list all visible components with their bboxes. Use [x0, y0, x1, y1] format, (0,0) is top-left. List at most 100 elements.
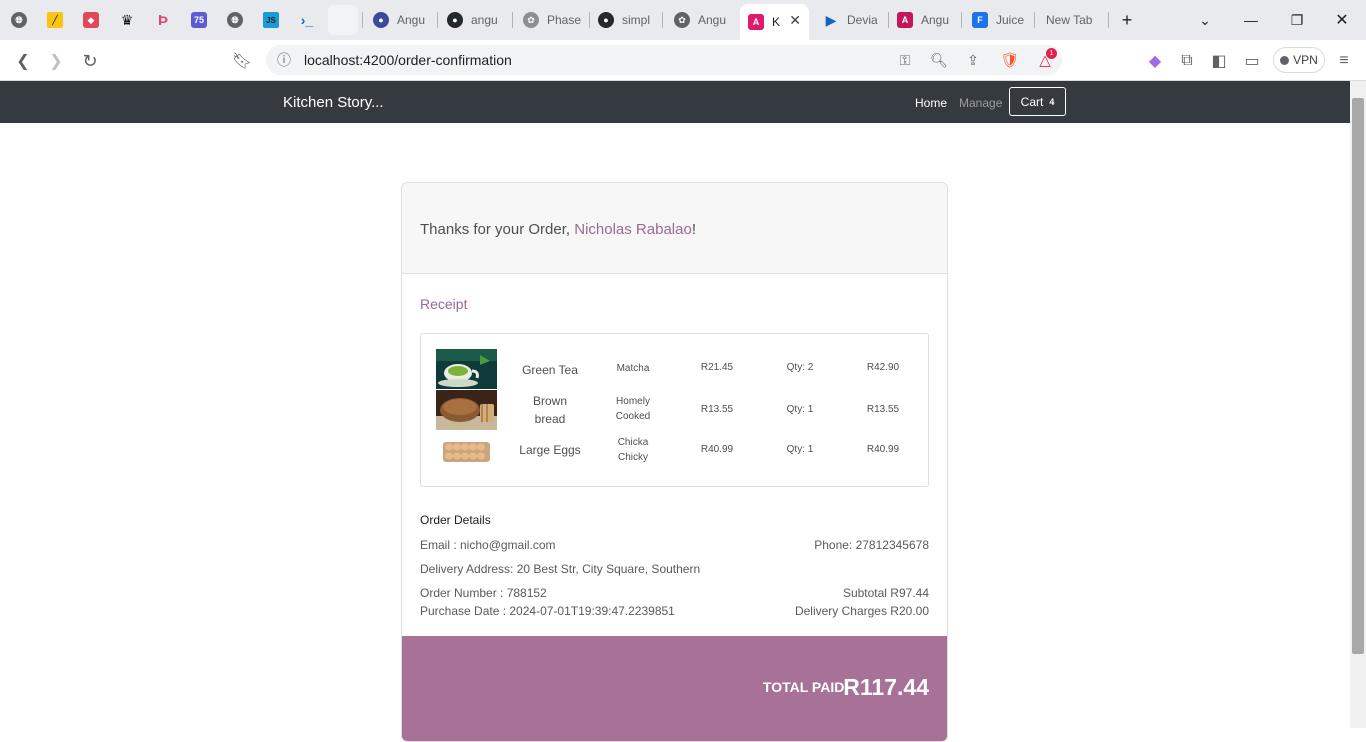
cart-button[interactable]: Cart 4	[1009, 87, 1066, 116]
scrollbar-thumb[interactable]	[1352, 98, 1364, 654]
tab-github-angu[interactable]: ● angu	[439, 4, 509, 36]
tab-angular-2[interactable]: ✿ Angu	[666, 4, 736, 36]
item-total: R42.90	[866, 362, 900, 373]
pinned-tab-js[interactable]: JS	[256, 4, 286, 36]
notification-badge: 1	[1046, 48, 1057, 59]
leo-ai-icon[interactable]: ◆	[1143, 49, 1167, 73]
key-icon[interactable]: ⚿	[893, 48, 917, 72]
menu-icon[interactable]: ≡	[1332, 49, 1356, 73]
restore-button[interactable]: ❐	[1277, 8, 1317, 32]
item-category: Chicka Chicky	[617, 437, 649, 463]
site-info-icon[interactable]: ⓘ	[272, 48, 296, 72]
tab-devia[interactable]: ▶ Devia	[815, 4, 890, 36]
zoom-icon[interactable]: 🔍︎	[927, 48, 951, 72]
globe-icon: 🌐︎	[11, 12, 27, 28]
tab-juice[interactable]: F Juice	[964, 4, 1034, 36]
pinned-tab-globe[interactable]: 🌐︎	[4, 4, 34, 36]
receipt-item-row: Large Eggs Chicka Chicky R40.99 Qty: 1 R…	[421, 431, 930, 471]
vpn-status-icon	[1280, 55, 1290, 65]
close-window-button[interactable]: ✕	[1322, 8, 1362, 32]
tab-phase[interactable]: ✿ Phase	[515, 4, 590, 36]
tab-search-chevron-icon[interactable]: ⌄	[1185, 8, 1225, 32]
github-icon: ●	[598, 12, 614, 28]
back-icon[interactable]: ❮	[11, 49, 35, 73]
tab-angular-1[interactable]: ● Angu	[365, 4, 435, 36]
item-category: Matcha	[616, 363, 650, 374]
wallet-icon[interactable]: ▭	[1240, 49, 1264, 73]
brave-shield-icon[interactable]: 🛡︎	[998, 48, 1022, 72]
item-name: Large Eggs	[519, 443, 581, 457]
cart-label: Cart	[1020, 94, 1044, 109]
customer-name: Nicholas Rabalao	[574, 221, 692, 238]
order-subtotal: Subtotal R97.44	[842, 586, 929, 600]
item-category: Homely Cooked	[615, 396, 651, 422]
angular-icon: A	[748, 14, 764, 30]
bookmark-icon[interactable]: 🔖︎	[230, 49, 254, 73]
extensions-icon[interactable]: ⧉	[1175, 49, 1199, 73]
brand-link[interactable]: Kitchen Story...	[283, 94, 384, 111]
nav-manage-link[interactable]: Manage	[959, 96, 1002, 110]
terminal-icon: ›_	[300, 12, 314, 28]
item-total: R40.99	[866, 444, 900, 455]
thanks-heading: Thanks for your Order, Nicholas Rabalao!	[420, 221, 696, 238]
receipt-item-row: Green Tea Matcha R21.45 Qty: 2 R42.90	[421, 349, 930, 389]
item-total: R13.55	[866, 404, 900, 415]
cart-count-badge: 4	[1049, 96, 1055, 107]
order-confirmation-card: Thanks for your Order, Nicholas Rabalao!…	[401, 182, 948, 742]
sidebar-icon[interactable]: ◧	[1207, 49, 1231, 73]
item-qty: Qty: 1	[786, 404, 814, 415]
total-paid-value: R117.44	[843, 674, 929, 700]
p-logo-icon: Þ	[157, 11, 168, 29]
pinned-tab-blank[interactable]	[328, 5, 358, 35]
nav-home-link[interactable]: Home	[915, 96, 947, 110]
url-text[interactable]: localhost:4200/order-confirmation	[304, 52, 512, 68]
share-icon[interactable]: ⇪	[961, 48, 985, 72]
reload-icon[interactable]: ↻	[78, 49, 102, 73]
tab-angular-3[interactable]: A Angu	[889, 4, 959, 36]
pinned-tab-pen[interactable]: ╱	[40, 4, 70, 36]
angular-icon: ●	[373, 12, 389, 28]
forward-icon[interactable]: ❯	[44, 49, 68, 73]
github-icon: ●	[447, 12, 463, 28]
brown-bread-image	[436, 390, 497, 430]
close-icon[interactable]: ✕	[789, 12, 801, 29]
tab-github-simpl[interactable]: ● simpl	[590, 4, 660, 36]
pinned-tab-terminal[interactable]: ›_	[292, 4, 322, 36]
pinned-tab-75[interactable]: 75	[184, 4, 214, 36]
order-phone: Phone: 27812345678	[814, 538, 929, 552]
receipt-item-row: Brown bread Homely Cooked R13.55 Qty: 1 …	[421, 390, 930, 430]
green-tea-image	[436, 349, 497, 389]
pinned-tab-globe-2[interactable]: 🌐︎	[220, 4, 250, 36]
item-price: R13.55	[700, 404, 734, 415]
item-qty: Qty: 2	[786, 362, 814, 373]
new-tab-button[interactable]: +	[1107, 8, 1147, 32]
openai-icon: ✿	[523, 12, 539, 28]
minimize-button[interactable]: —	[1231, 8, 1271, 32]
app-navbar: Kitchen Story... Home Manage Cart 4	[0, 81, 1350, 123]
doc-icon: F	[972, 12, 988, 28]
item-qty: Qty: 1	[786, 444, 814, 455]
tab-active-kitchen[interactable]: A K ✕	[740, 4, 809, 40]
pinned-tab-shield[interactable]: ◆	[76, 4, 106, 36]
large-eggs-image	[436, 431, 497, 471]
azure-icon: ▶	[825, 11, 837, 28]
item-name: Brown bread	[532, 394, 567, 426]
item-name: Green Tea	[522, 363, 578, 377]
item-price: R40.99	[700, 444, 734, 455]
tab-new-tab[interactable]: New Tab	[1038, 4, 1108, 36]
purchase-date: Purchase Date : 2024-07-01T19:39:47.2239…	[420, 604, 675, 618]
shield-icon: ◆	[83, 12, 99, 28]
item-price: R21.45	[700, 362, 734, 373]
card-header: Thanks for your Order, Nicholas Rabalao!	[402, 183, 947, 274]
total-paid-band: TOTAL PAID: R117.44	[402, 636, 947, 741]
calendar-icon: 75	[191, 12, 207, 28]
order-email: Email : nicho@gmail.com	[420, 538, 556, 552]
angular-icon: A	[897, 12, 913, 28]
address-bar[interactable]: ⓘ localhost:4200/order-confirmation ⚿ 🔍︎…	[266, 45, 1062, 75]
receipt-title: Receipt	[420, 296, 468, 312]
pinned-tab-crown[interactable]: ♛	[112, 4, 142, 36]
crown-icon: ♛	[120, 11, 134, 28]
vpn-button[interactable]: VPN	[1273, 47, 1325, 73]
delivery-charges: Delivery Charges R20.00	[794, 604, 929, 618]
pinned-tab-p[interactable]: Þ	[148, 4, 178, 36]
